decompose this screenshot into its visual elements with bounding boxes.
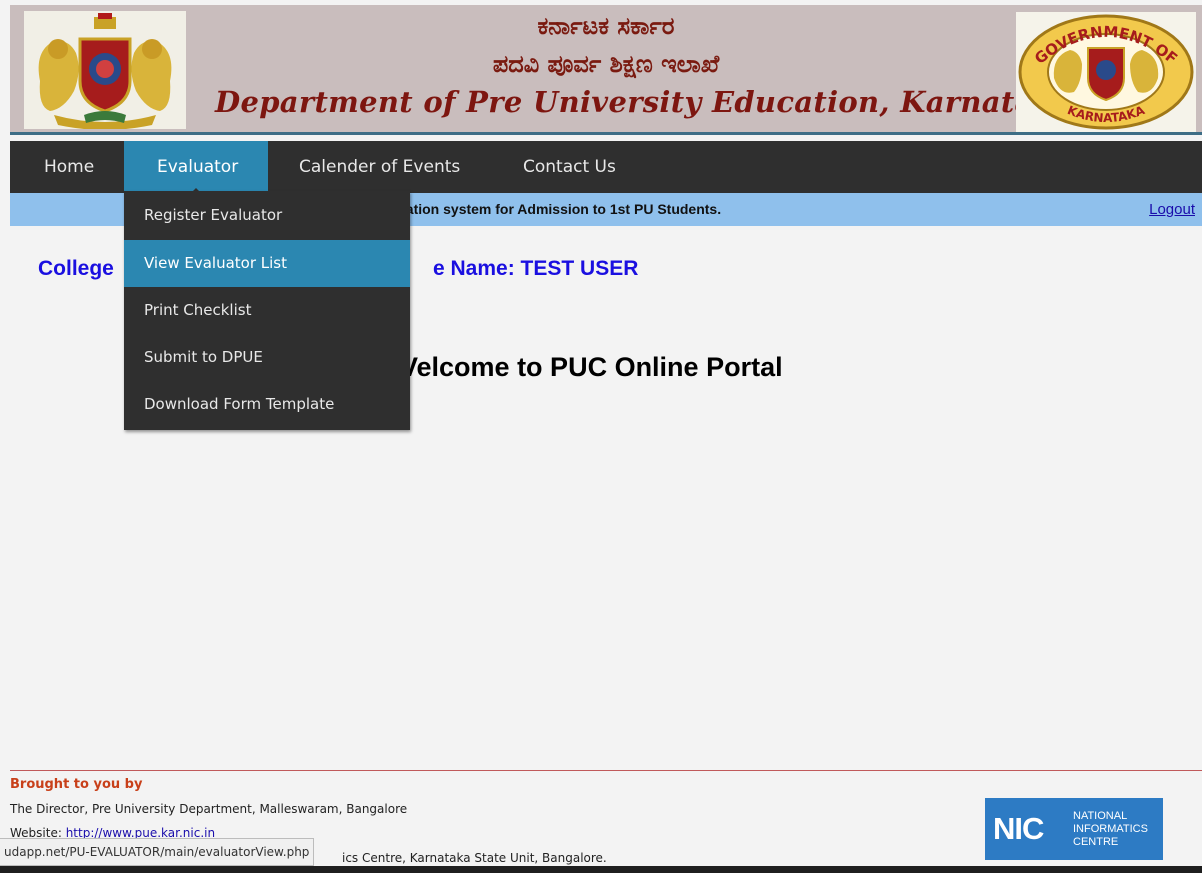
nav-item-label: Home [44,157,95,177]
nic-name-line: NATIONAL [1073,810,1128,822]
menu-item-submit-to-dpue[interactable]: Submit to DPUE [124,334,410,381]
nav-item-label: Contact Us [523,157,616,177]
director-address: The Director, Pre University Department,… [10,802,408,816]
taskbar-edge [0,866,1202,873]
nav-item-calender-of-events[interactable]: Calender of Events [282,141,482,193]
menu-item-print-checklist[interactable]: Print Checklist [124,287,410,334]
menu-item-register-evaluator[interactable]: Register Evaluator [124,192,410,239]
college-label: College [38,257,114,280]
footer-divider [10,770,1202,771]
menu-item-view-evaluator-list[interactable]: View Evaluator List [124,240,410,287]
logout-link[interactable]: Logout [1149,193,1195,226]
nic-mark: NIC [993,811,1044,846]
nav-item-evaluator[interactable]: Evaluator [124,141,268,194]
main-navigation: Home Evaluator Calender of Events Contac… [10,141,1202,194]
nav-item-label: Calender of Events [299,157,461,177]
evaluator-dropdown-menu: Register Evaluator View Evaluator List P… [124,191,410,430]
government-of-karnataka-seal: GOVERNMENT OF KARNATAKA [1016,12,1196,132]
browser-status-url: udapp.net/PU-EVALUATOR/main/evaluatorVie… [0,838,315,866]
welcome-heading: Velcome to PUC Online Portal [400,352,783,382]
nav-item-contact-us[interactable]: Contact Us [500,141,630,193]
nic-name-line: INFORMATICS [1073,823,1148,835]
nic-logo: NIC NATIONAL INFORMATICS CENTRE [985,798,1163,860]
nav-item-label: Evaluator [157,157,239,177]
nic-name: NATIONAL INFORMATICS CENTRE [1073,810,1148,849]
nic-address-text: ics Centre, Karnataka State Unit, Bangal… [342,851,607,865]
marquee-text: cation system for Admission to 1st PU St… [398,201,722,217]
department-title: Department of Pre University Education, … [215,85,1074,119]
nav-item-home[interactable]: Home [28,141,110,193]
user-name-label: e Name: TEST USER [433,257,639,280]
brought-by-heading: Brought to you by [10,777,143,792]
menu-item-download-form-template[interactable]: Download Form Template [124,381,410,428]
nic-name-line: CENTRE [1073,836,1119,848]
header-banner: ಕರ್ನಾಟಕ ಸರ್ಕಾರ ಪದವಿ ಪೂರ್ವ ಶಿಕ್ಷಣ ಇಲಾಖೆ D… [10,5,1202,135]
